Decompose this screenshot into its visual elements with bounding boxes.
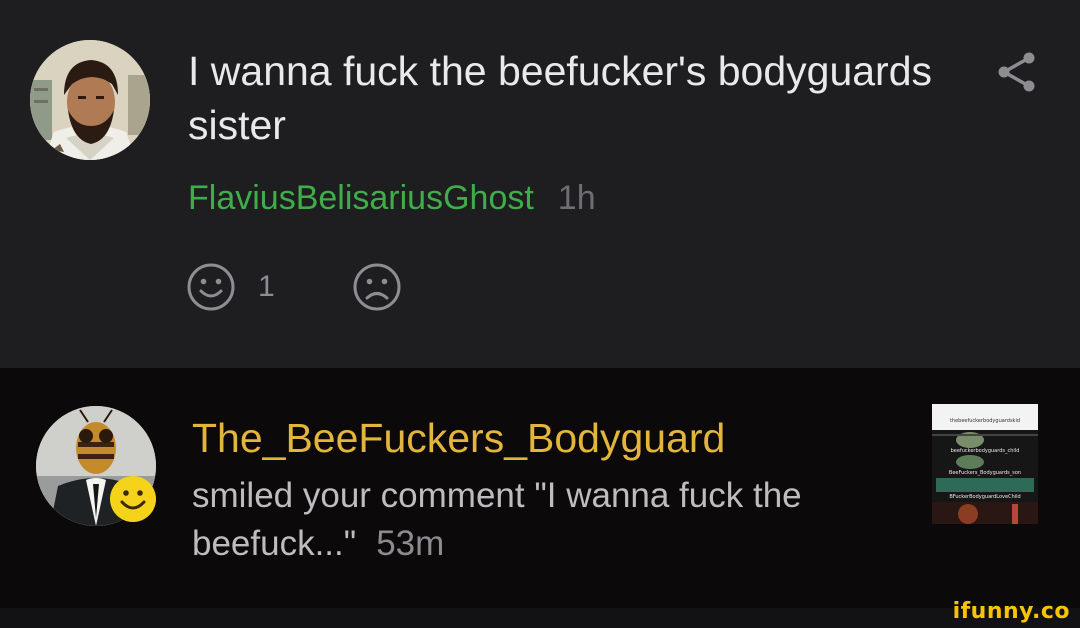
comment-meta: FlaviusBelisariusGhost 1h bbox=[188, 178, 596, 218]
comment-text: I wanna fuck the beefucker's bodyguards … bbox=[188, 48, 933, 148]
share-icon[interactable] bbox=[996, 50, 1036, 94]
smile-badge-icon bbox=[108, 474, 158, 524]
comment-time: 1h bbox=[557, 179, 596, 217]
notification-screen: I wanna fuck the beefucker's bodyguards … bbox=[0, 0, 1080, 628]
frown-icon-glyph bbox=[353, 263, 401, 311]
comment-author-avatar[interactable] bbox=[30, 40, 150, 160]
smile-badge-glyph bbox=[110, 476, 156, 522]
comment-card: I wanna fuck the beefucker's bodyguards … bbox=[0, 0, 1080, 368]
smile-count: 1 bbox=[258, 270, 275, 303]
comment-author-name[interactable]: FlaviusBelisariusGhost bbox=[188, 179, 534, 217]
ifunny-watermark: ifunny.co bbox=[952, 599, 1070, 624]
notification-item[interactable]: The_BeeFuckers_Bodyguard smiled your com… bbox=[0, 368, 1080, 608]
notification-content-thumbnail[interactable]: thebeefuckerbodyguardskid beefuckerbodyg… bbox=[932, 404, 1038, 524]
thumbnail-label-4: BFuckerBodyguardLoveChild bbox=[949, 494, 1020, 500]
notification-message-text: smiled your comment "I wanna fuck the be… bbox=[192, 476, 802, 563]
thumbnail-label-1: thebeefuckerbodyguardskid bbox=[950, 418, 1020, 424]
notification-time: 53m bbox=[376, 524, 445, 563]
notification-username[interactable]: The_BeeFuckers_Bodyguard bbox=[192, 414, 725, 462]
notification-message: smiled your comment "I wanna fuck the be… bbox=[192, 472, 892, 568]
thumbnail-label-2: beefuckerbodyguards_child bbox=[951, 448, 1020, 454]
bottom-bar bbox=[0, 608, 1080, 628]
avatar-portrait-image bbox=[30, 40, 150, 160]
share-icon-glyph bbox=[998, 52, 1035, 92]
smile-icon[interactable] bbox=[186, 262, 236, 312]
smile-icon-glyph bbox=[187, 263, 235, 311]
thumbnail-label-3: BeeFuckers_Bodyguards_son bbox=[949, 470, 1021, 476]
frown-icon[interactable] bbox=[352, 262, 402, 312]
thumbnail-image: thebeefuckerbodyguardskid beefuckerbodyg… bbox=[932, 404, 1038, 524]
